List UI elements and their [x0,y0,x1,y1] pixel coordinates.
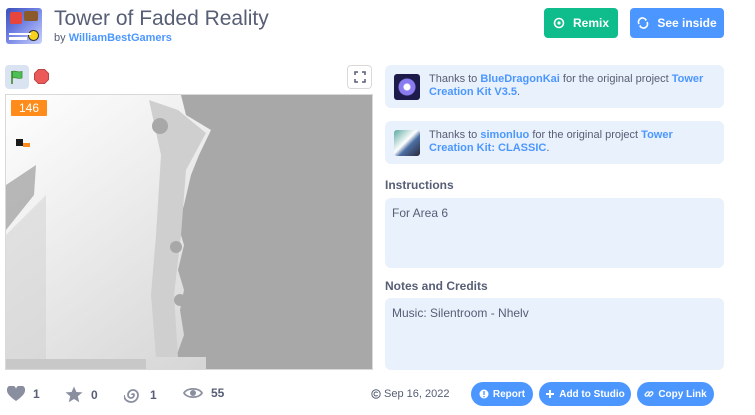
remix-count-icon [124,389,139,403]
add-to-studio-label: Add to Studio [559,388,625,400]
copyright-icon [371,389,381,399]
project-title: Tower of Faded Reality [54,7,269,30]
credit-item: Thanks to BlueDragonKai for the original… [385,65,724,108]
remix-count: 1 [150,388,157,402]
player-sprite [16,139,23,146]
credit-project-thumbnail[interactable] [394,74,420,100]
copy-link-button[interactable]: Copy Link [637,382,714,406]
report-button[interactable]: Report [471,382,533,406]
byline: by WilliamBestGamers [54,32,172,44]
report-icon [479,389,489,399]
view-count: 55 [211,386,225,400]
report-label: Report [492,388,526,400]
green-flag-icon [11,70,23,84]
favorite-stat[interactable]: 0 [65,386,98,403]
share-date: Sep 16, 2022 [371,388,449,400]
date-text: Sep 16, 2022 [384,388,450,400]
author-link[interactable]: WilliamBestGamers [69,32,172,44]
remix-button[interactable]: Remix [544,8,618,38]
remix-stat: 1 [124,386,157,404]
remix-label: Remix [572,16,610,30]
counter-variable: 146 [11,100,47,116]
credit-user-link[interactable]: simonluo [480,129,529,141]
view-stat: 55 [183,386,224,400]
green-flag-button[interactable] [5,65,29,89]
project-thumbnail [6,8,42,44]
stop-button[interactable] [34,69,49,84]
project-stage[interactable]: 146 [5,94,373,370]
notes-box: Music: Silentroom - Nhelv [385,298,724,370]
credit-text: Thanks to simonluo for the original proj… [429,129,673,154]
copy-link-label: Copy Link [658,388,707,400]
add-to-studio-button[interactable]: Add to Studio [539,382,631,406]
byline-prefix: by [54,32,66,44]
eye-icon [183,387,203,399]
credit-item: Thanks to simonluo for the original proj… [385,121,724,164]
instructions-box: For Area 6 [385,198,724,268]
love-stat[interactable]: 1 [7,386,40,402]
heart-icon [7,386,25,401]
see-inside-button[interactable]: See inside [630,8,724,38]
credit-text: Thanks to BlueDragonKai for the original… [429,73,704,98]
credit-project-thumbnail[interactable] [394,130,420,156]
see-inside-icon [638,17,649,29]
see-inside-label: See inside [657,16,717,30]
notes-heading: Notes and Credits [385,279,488,293]
instructions-heading: Instructions [385,178,454,192]
credit-user-link[interactable]: BlueDragonKai [480,73,559,85]
fullscreen-button[interactable] [347,65,372,89]
star-icon [65,386,83,403]
plus-icon [546,390,555,398]
fullscreen-icon [353,71,366,83]
link-icon [644,391,654,397]
favorite-count: 0 [91,387,98,402]
love-count: 1 [33,387,40,401]
stage-scene [6,95,372,369]
remix-icon [553,17,565,29]
